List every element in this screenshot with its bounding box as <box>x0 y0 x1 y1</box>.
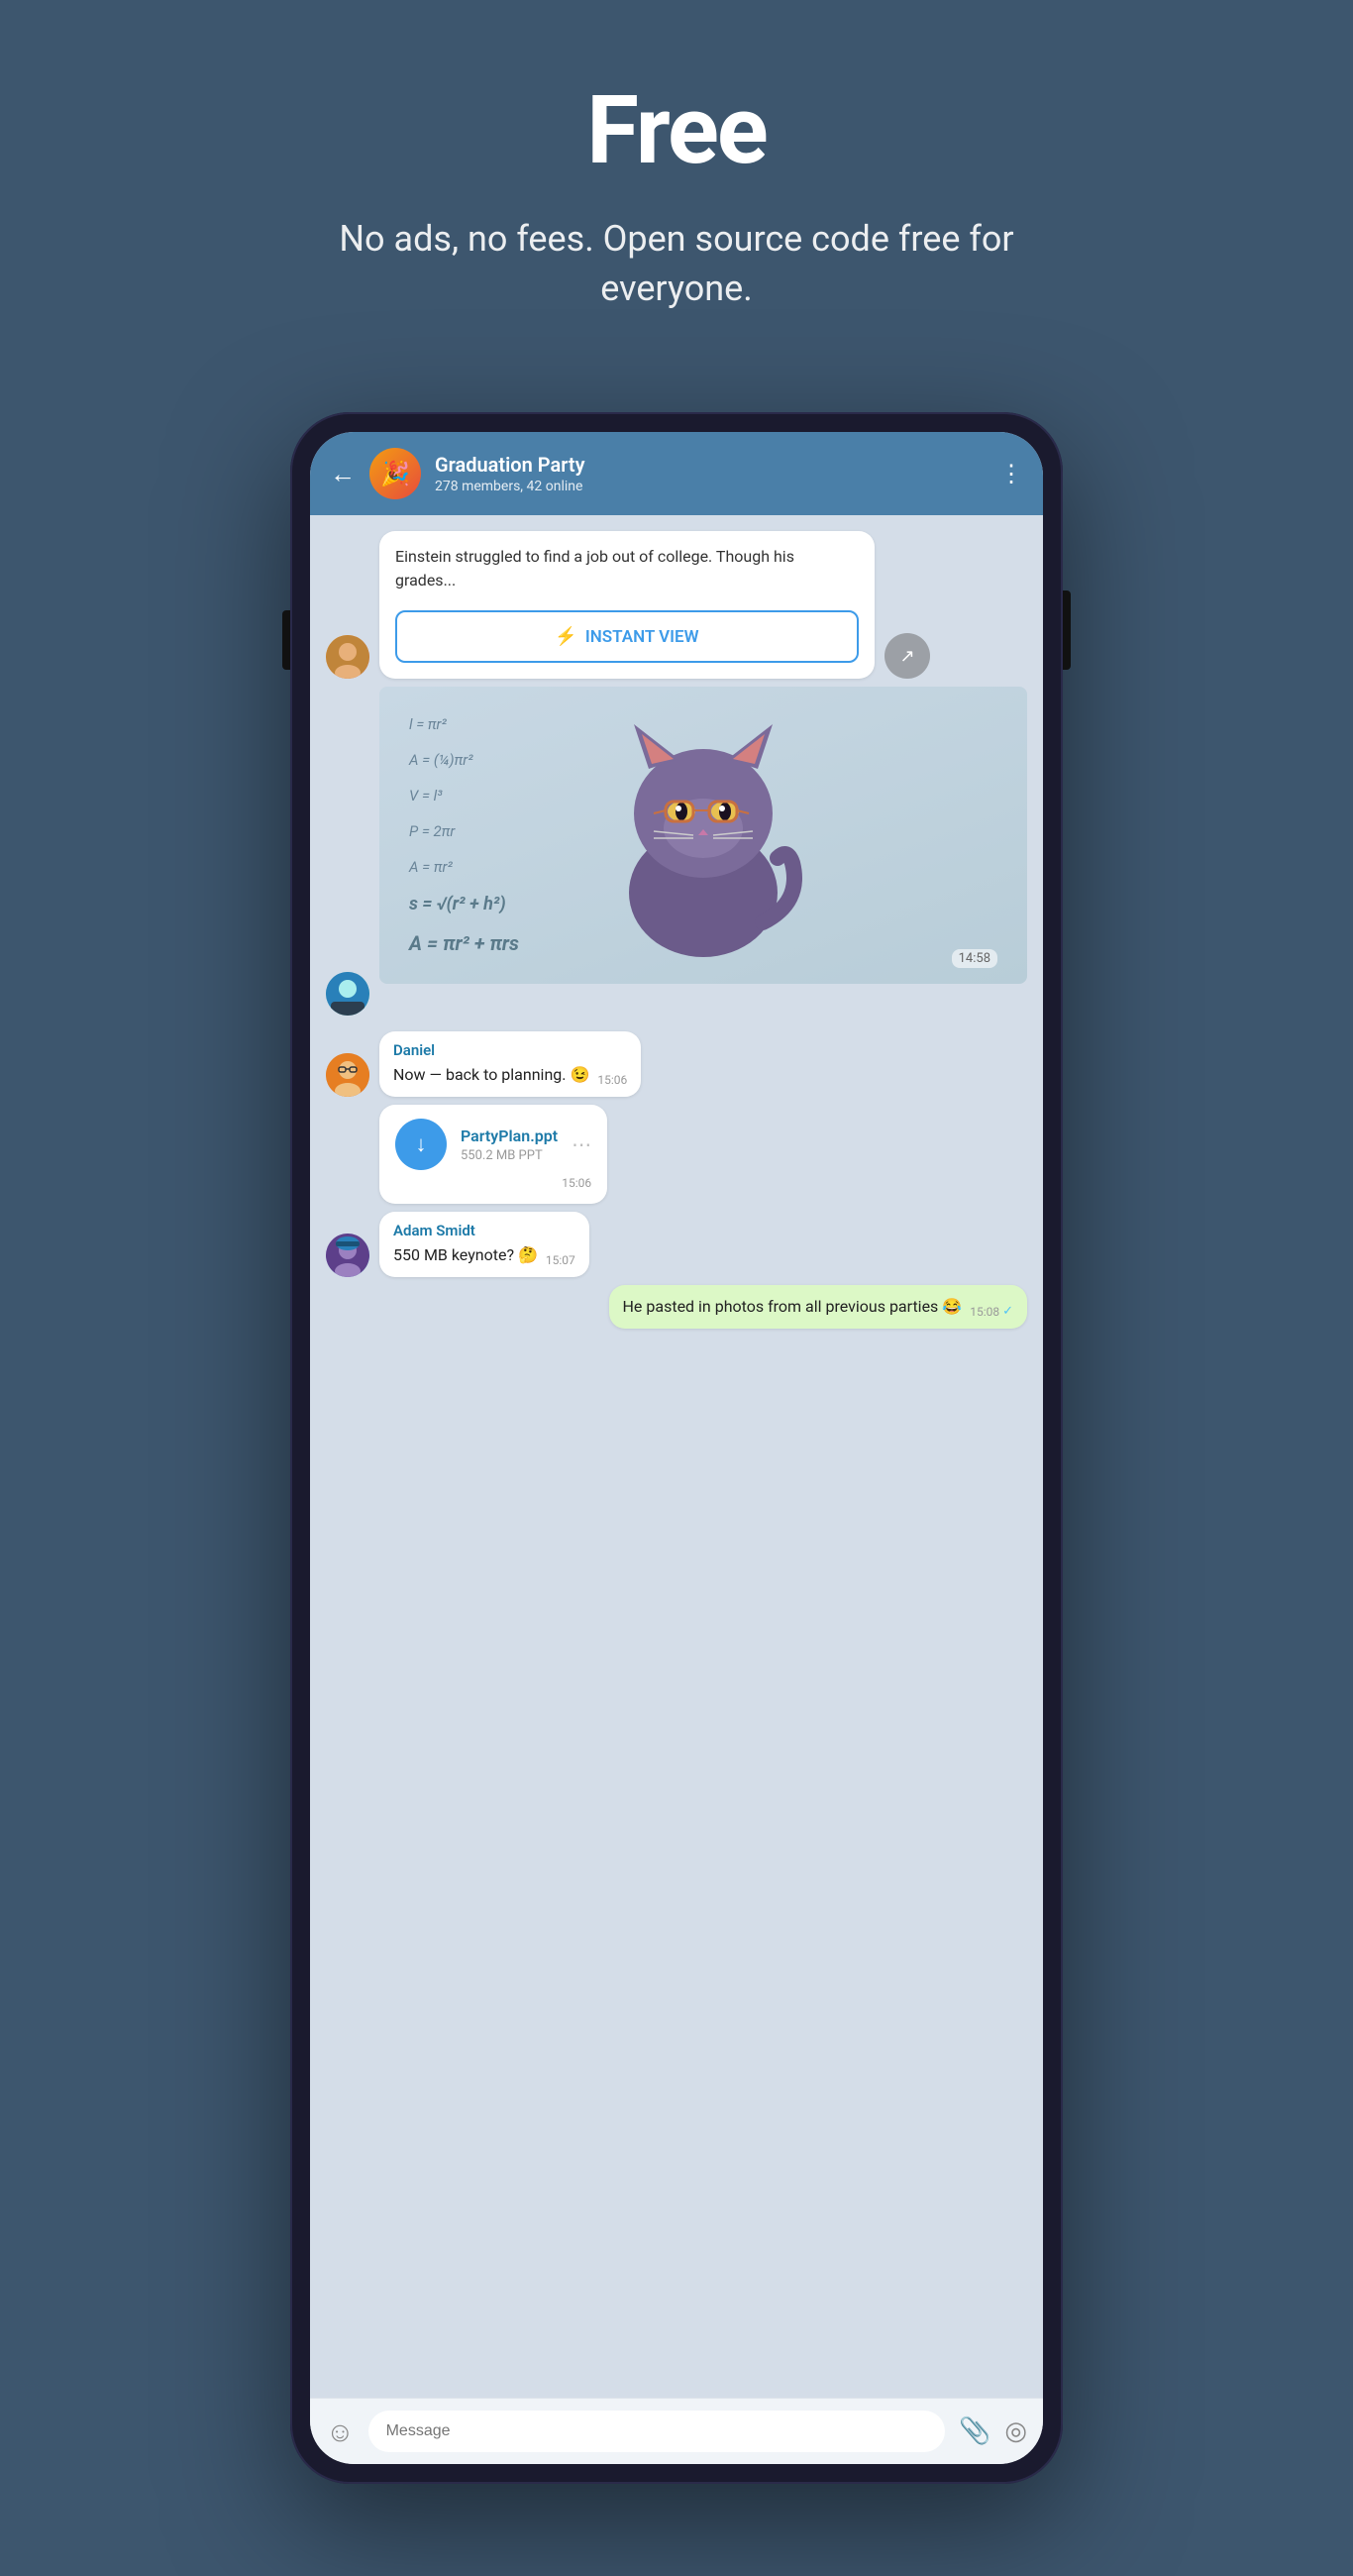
daniel-bubble: Daniel Now — back to planning. 😉 15:06 <box>379 1031 641 1097</box>
message-row-outgoing: He pasted in photos from all previous pa… <box>326 1285 1027 1329</box>
file-size: 550.2 MB PPT <box>461 1148 558 1163</box>
instant-view-label: INSTANT VIEW <box>585 627 699 647</box>
sticker-sender-avatar <box>326 972 369 1016</box>
instant-view-card: Einstein struggled to find a job out of … <box>379 531 875 679</box>
file-bubble: ↓ PartyPlan.ppt 550.2 MB PPT ⋯ 15:06 <box>379 1105 607 1204</box>
outgoing-time: 15:08 <box>970 1305 999 1319</box>
file-row: ↓ PartyPlan.ppt 550.2 MB PPT ⋯ <box>395 1119 591 1170</box>
sticker-time: 14:58 <box>952 949 997 968</box>
daniel-time: 15:06 <box>597 1073 627 1087</box>
daniel-name: Daniel <box>393 1041 627 1059</box>
daniel-text: Now — back to planning. 😉 <box>393 1063 589 1087</box>
file-info: PartyPlan.ppt 550.2 MB PPT <box>461 1127 558 1163</box>
outgoing-text: He pasted in photos from all previous pa… <box>623 1295 963 1319</box>
message-row-daniel: Daniel Now — back to planning. 😉 15:06 <box>326 1031 1027 1097</box>
phone-outer-shell: ← 🎉 Graduation Party 278 members, 42 onl… <box>290 412 1063 2484</box>
adam-text: 550 MB keynote? 🤔 <box>393 1243 538 1267</box>
phone-volume-button <box>282 610 290 670</box>
adam-avatar <box>326 1234 369 1277</box>
iv-preview-text: Einstein struggled to find a job out of … <box>379 531 875 602</box>
outgoing-bubble: He pasted in photos from all previous pa… <box>609 1285 1027 1329</box>
message-row-iv: Einstein struggled to find a job out of … <box>326 531 1027 679</box>
file-download-button[interactable]: ↓ <box>395 1119 447 1170</box>
file-name: PartyPlan.ppt <box>461 1127 558 1145</box>
phone-screen: ← 🎉 Graduation Party 278 members, 42 onl… <box>310 432 1043 2464</box>
message-checkmark: ✓ <box>1002 1304 1013 1319</box>
daniel-avatar <box>326 1053 369 1097</box>
hero-title: Free <box>330 79 1023 184</box>
message-row-sticker: l = πr² A = (¼)πr² V = l³ P = 2πr A = πr… <box>326 687 1027 984</box>
file-more-button[interactable]: ⋯ <box>572 1132 591 1156</box>
cat-sticker <box>594 704 812 966</box>
adam-time: 15:07 <box>546 1253 575 1267</box>
file-time: 15:06 <box>395 1176 591 1190</box>
flash-icon: ⚡ <box>555 626 576 647</box>
phone-power-button <box>1063 590 1071 670</box>
message-row-adam: Adam Smidt 550 MB keynote? 🤔 15:07 <box>326 1212 1027 1277</box>
adam-name: Adam Smidt <box>393 1222 575 1239</box>
chat-body: Einstein struggled to find a job out of … <box>310 515 1043 2398</box>
instant-view-button[interactable]: ⚡ INSTANT VIEW <box>395 610 859 663</box>
hero-subtitle: No ads, no fees. Open source code free f… <box>330 214 1023 314</box>
share-button[interactable]: ↗ <box>885 633 930 679</box>
phone-mockup: ← 🎉 Graduation Party 278 members, 42 onl… <box>290 412 1063 2484</box>
message-row-file: ↓ PartyPlan.ppt 550.2 MB PPT ⋯ 15:06 <box>326 1105 1027 1204</box>
adam-bubble: Adam Smidt 550 MB keynote? 🤔 15:07 <box>379 1212 589 1277</box>
sticker-container: l = πr² A = (¼)πr² V = l³ P = 2πr A = πr… <box>379 687 1027 984</box>
hero-section: Free No ads, no fees. Open source code f… <box>290 0 1063 373</box>
sender-avatar-iv <box>326 635 369 679</box>
